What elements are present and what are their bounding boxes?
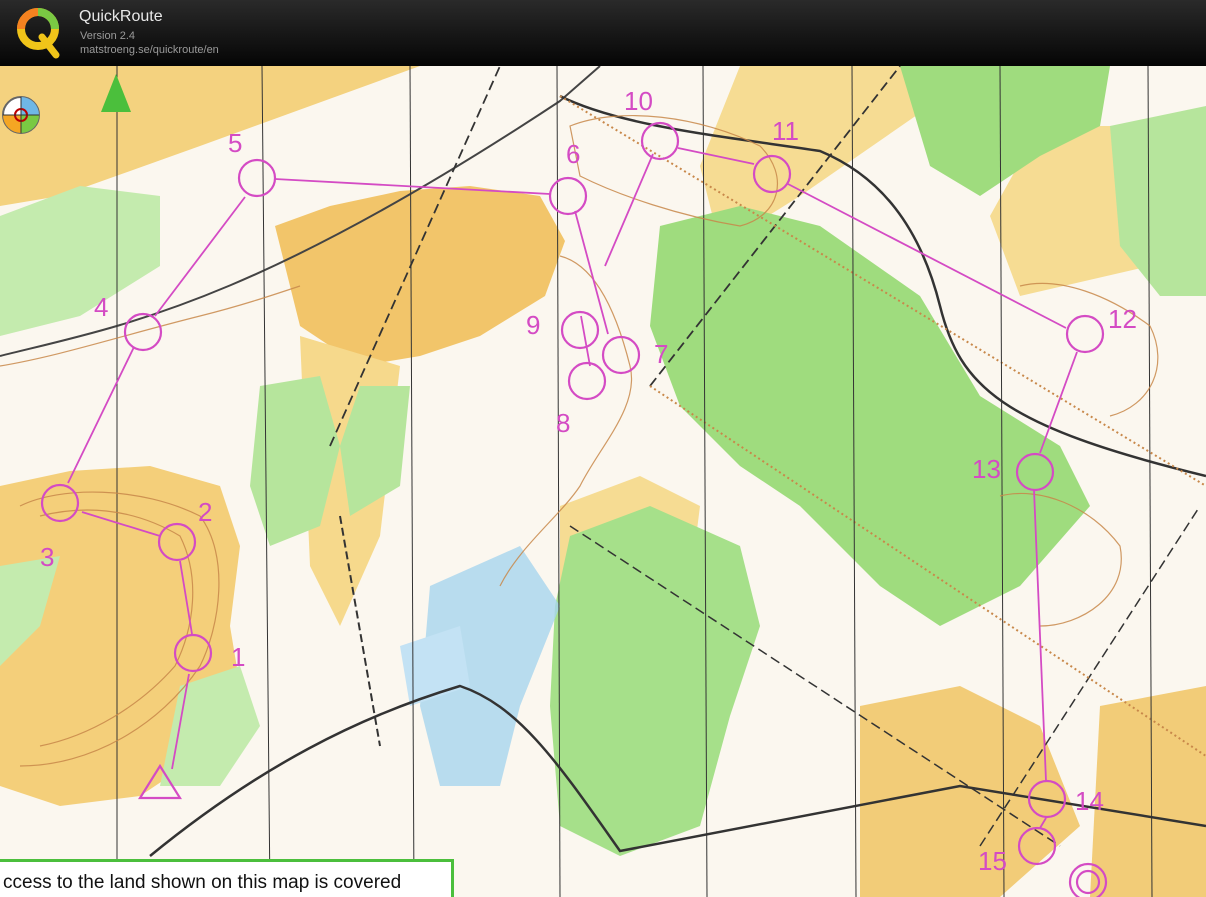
control-label: 8 xyxy=(556,408,570,438)
control-label: 5 xyxy=(228,128,242,158)
open-land-area xyxy=(1090,686,1206,897)
control-label: 14 xyxy=(1075,786,1104,816)
control-label: 7 xyxy=(654,339,668,369)
control-label: 12 xyxy=(1108,304,1137,334)
control-label: 9 xyxy=(526,310,540,340)
access-notice: ccess to the land shown on this map is c… xyxy=(0,859,454,897)
open-land-area xyxy=(860,686,1080,897)
orienteering-map[interactable]: 1 2 3 4 5 6 7 8 9 10 11 12 13 14 15 cces… xyxy=(0,66,1206,897)
control-label: 10 xyxy=(624,86,653,116)
control-label: 15 xyxy=(978,846,1007,876)
compass-icon xyxy=(2,96,40,134)
app-url: matstroeng.se/quickroute/en xyxy=(80,44,219,56)
control-label: 13 xyxy=(972,454,1001,484)
open-land-area xyxy=(275,186,565,366)
quickroute-logo-icon xyxy=(17,8,60,59)
control-label: 2 xyxy=(198,497,212,527)
forest-area xyxy=(0,186,160,336)
control-label: 1 xyxy=(231,642,245,672)
control-label: 3 xyxy=(40,542,54,572)
title-bar: QuickRoute Version 2.4 matstroeng.se/qui… xyxy=(0,0,1206,66)
control-label: 6 xyxy=(566,139,580,169)
app-version: Version 2.4 xyxy=(80,30,136,42)
app-title: QuickRoute xyxy=(79,8,163,25)
control-label: 4 xyxy=(94,292,108,322)
open-land-area xyxy=(0,66,420,206)
control-label: 11 xyxy=(772,116,799,146)
access-notice-text: ccess to the land shown on this map is c… xyxy=(3,872,402,893)
forest-area xyxy=(550,506,760,856)
map-graphic: 1 2 3 4 5 6 7 8 9 10 11 12 13 14 15 xyxy=(0,66,1206,897)
